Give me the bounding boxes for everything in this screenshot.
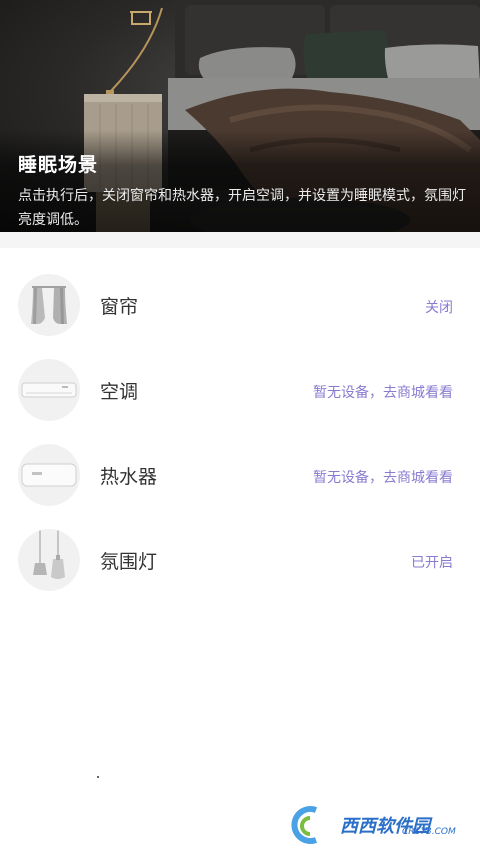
curtain-icon	[18, 274, 80, 336]
device-row-ambient-light[interactable]: 氛围灯 已开启	[0, 503, 480, 591]
shop-link[interactable]: 暂无设备，去商城看看	[313, 382, 453, 402]
watermark-url: CR173.COM	[402, 827, 456, 837]
shop-link[interactable]: 暂无设备，去商城看看	[313, 467, 453, 487]
device-status[interactable]: 已开启	[411, 552, 453, 572]
air-conditioner-icon	[18, 359, 80, 421]
device-list: 窗帘 关闭 空调 暂无设备，去商城看看 热水器 暂无设备，去商城看看 氛围灯 已…	[0, 248, 480, 591]
site-watermark: 西西软件园 CR173.COM	[282, 800, 462, 848]
device-row-water-heater[interactable]: 热水器 暂无设备，去商城看看	[0, 418, 480, 506]
section-divider	[0, 232, 480, 248]
device-status[interactable]: 关闭	[425, 297, 453, 317]
device-row-curtain[interactable]: 窗帘 关闭	[0, 248, 480, 336]
device-row-air-conditioner[interactable]: 空调 暂无设备，去商城看看	[0, 333, 480, 421]
device-name: 窗帘	[100, 296, 139, 318]
scene-description: 点击执行后，关闭窗帘和热水器，开启空调，并设置为睡眠模式，氛围灯亮度调低。	[18, 188, 466, 228]
stray-dot	[97, 776, 99, 778]
water-heater-icon	[18, 444, 80, 506]
scene-hero-banner: 睡眠场景 点击执行后，关闭窗帘和热水器，开启空调，并设置为睡眠模式，氛围灯亮度调…	[0, 0, 480, 232]
device-name: 热水器	[100, 466, 158, 488]
scene-title: 睡眠场景	[18, 154, 99, 176]
pendant-lamp-icon	[18, 529, 80, 591]
device-name: 空调	[100, 381, 139, 403]
device-name: 氛围灯	[100, 551, 158, 573]
